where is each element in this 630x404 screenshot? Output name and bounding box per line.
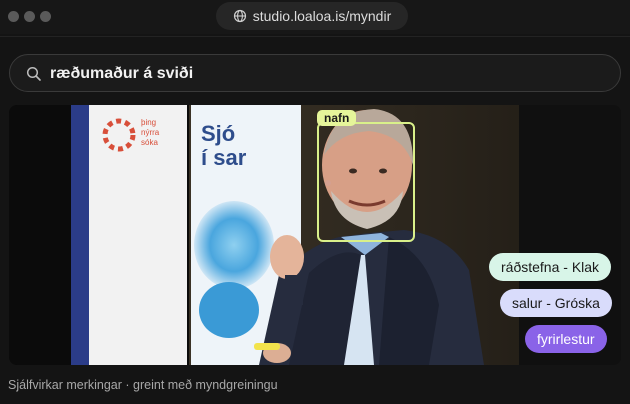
divider xyxy=(0,36,630,37)
auto-tagging-caption: Sjálfvirkar merkingar · greint með myndg… xyxy=(8,378,278,392)
search-query: ræðumaður á sviði xyxy=(50,65,194,82)
speaker-photo[interactable]: þing nýrra sóka Sjó í sar nafn ráðstefna… xyxy=(9,105,621,365)
address-bar[interactable]: studio.loaloa.is/myndir xyxy=(216,2,408,30)
close-window-button[interactable] xyxy=(8,11,19,22)
svg-text:þing: þing xyxy=(141,118,156,127)
globe-icon xyxy=(233,9,246,23)
tag-conference[interactable]: ráðstefna - Klak xyxy=(489,253,612,281)
svg-text:Sjó: Sjó xyxy=(201,121,235,146)
search-icon xyxy=(26,66,41,81)
search-input[interactable]: ræðumaður á sviði xyxy=(9,54,621,92)
face-detection-box[interactable] xyxy=(317,122,415,242)
svg-text:nýrra: nýrra xyxy=(141,128,160,137)
svg-text:sóka: sóka xyxy=(141,138,158,147)
tag-lecture[interactable]: fyrirlestur xyxy=(525,325,607,353)
photo-scene: þing nýrra sóka Sjó í sar xyxy=(9,105,621,365)
window-titlebar: studio.loaloa.is/myndir xyxy=(0,0,630,34)
tag-venue[interactable]: salur - Gróska xyxy=(500,289,612,317)
address-bar-url: studio.loaloa.is/myndir xyxy=(252,8,392,24)
face-label[interactable]: nafn xyxy=(317,110,357,126)
maximize-window-button[interactable] xyxy=(40,11,51,22)
minimize-window-button[interactable] xyxy=(24,11,35,22)
svg-text:í sar: í sar xyxy=(201,145,247,170)
